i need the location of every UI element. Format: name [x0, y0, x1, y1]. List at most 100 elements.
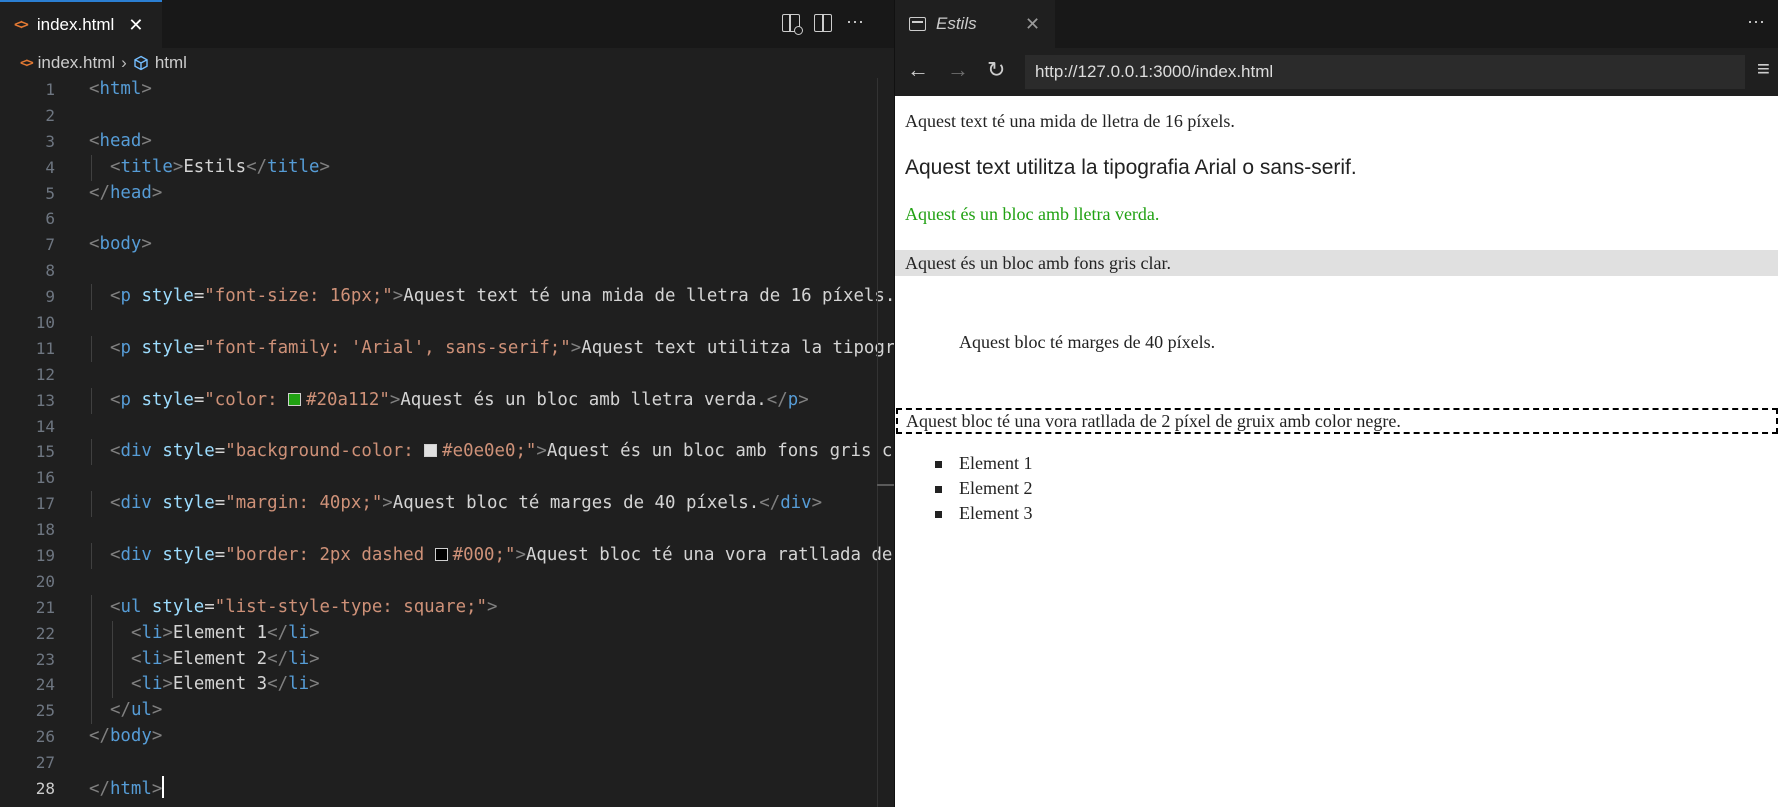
reload-icon[interactable]: ↻	[987, 57, 1005, 83]
indent-guide	[91, 672, 92, 699]
code-line[interactable]: 11 <p style="font-family: 'Arial', sans-s…	[0, 335, 894, 362]
code-line[interactable]: 23 <li>Element 2</li>	[0, 646, 880, 673]
block-gray-background: Aquest és un bloc amb fons gris clar.	[895, 250, 1778, 276]
code-line[interactable]: 22 <li>Element 1</li>	[0, 620, 880, 647]
code-token: li	[288, 648, 310, 669]
code-token: </	[110, 700, 131, 721]
symbol-cube-icon	[134, 55, 148, 71]
close-tab-icon[interactable]: ✕	[128, 15, 143, 36]
code-token: <	[89, 130, 100, 151]
code-line[interactable]: 16	[0, 465, 880, 491]
code-line[interactable]: 6	[0, 206, 880, 232]
split-editor-icon[interactable]	[814, 13, 832, 32]
code-text: </head>	[89, 181, 162, 207]
code-token: Aquest text utilitza la tipogr	[581, 337, 894, 358]
code-token: >	[151, 779, 163, 800]
code-token: >	[309, 648, 320, 669]
editor-tab-index-html[interactable]: <> index.html ✕	[0, 0, 162, 48]
code-line[interactable]: 1 <html>	[0, 77, 880, 103]
breadcrumb-symbol[interactable]: html	[155, 53, 187, 73]
code-token: "font-size: 16px;"	[204, 286, 393, 307]
editor-scrollbar[interactable]	[877, 484, 894, 486]
code-token: "border: 2px dashed	[225, 545, 435, 566]
browser-tab-estils[interactable]: Estils ✕	[895, 0, 1055, 48]
indent-guide	[91, 284, 92, 311]
code-area[interactable]: 1 <html> 2 3 <head> 4 <title>Estils</title> 5 </…	[0, 77, 894, 802]
code-line[interactable]: 9 <p style="font-size: 16px;">Aquest text…	[0, 284, 894, 311]
code-line[interactable]: 20	[0, 569, 880, 595]
code-line[interactable]: 14	[0, 414, 880, 440]
paragraph-font-size: Aquest text té una mida de lletra de 16 …	[905, 111, 1235, 131]
code-token: "list-style-type: square;"	[214, 596, 487, 617]
code-token: >	[162, 674, 173, 695]
code-token: <	[110, 493, 121, 514]
breadcrumb-file[interactable]: index.html	[38, 53, 115, 73]
code-line[interactable]: 17 <div style="margin: 40px;">Aquest bloc…	[0, 491, 880, 518]
code-line[interactable]: 5 </head>	[0, 181, 880, 207]
more-actions-icon[interactable]: ⋯	[1747, 12, 1765, 33]
code-line[interactable]: 15 <div style="background-color: #e0e0e0;…	[0, 439, 892, 466]
code-line[interactable]: 18	[0, 517, 880, 543]
code-text: <p style="font-size: 16px;">Aquest text …	[110, 284, 894, 310]
line-number: 1	[45, 80, 55, 99]
code-token: <	[131, 674, 142, 695]
url-input[interactable]	[1025, 55, 1745, 89]
line-number: 17	[35, 494, 55, 514]
code-line[interactable]: 19 <div style="border: 2px dashed #000;">…	[0, 543, 892, 569]
code-line[interactable]: 27	[0, 750, 880, 776]
code-editor: <> index.html ✕ ⋯ <> index.html › html 1…	[0, 0, 894, 807]
line-number: 11	[35, 338, 55, 358]
code-token: =	[193, 286, 205, 307]
code-text: <div style="background-color: #e0e0e0;">…	[110, 439, 892, 465]
color-swatch-icon[interactable]	[424, 444, 438, 458]
line-number: 27	[35, 753, 55, 773]
open-preview-icon[interactable]	[782, 13, 803, 35]
code-token: <	[110, 545, 121, 566]
code-line[interactable]: 25 </ul>	[0, 698, 880, 725]
menu-icon[interactable]: ≡	[1757, 56, 1770, 82]
indent-guide	[91, 439, 92, 466]
code-token: >	[389, 389, 401, 410]
page-viewport: Aquest text té una mida de lletra de 16 …	[895, 96, 1778, 807]
code-token: body	[99, 234, 142, 255]
line-number: 12	[35, 364, 55, 384]
code-token: >	[319, 156, 330, 177]
code-line[interactable]: 4 <title>Estils</title>	[0, 154, 880, 181]
code-token: >	[382, 493, 393, 514]
browser-tab-bar: Estils ✕ ⋯	[895, 0, 1778, 48]
code-token: Aquest és un bloc amb fons gris c	[546, 441, 893, 462]
line-number: 9	[45, 287, 55, 307]
close-tab-icon[interactable]: ✕	[1025, 14, 1040, 35]
browser-icon	[909, 17, 926, 31]
code-text: </ul>	[110, 698, 162, 724]
code-token: >	[141, 79, 152, 99]
indent-guide	[91, 335, 92, 362]
line-number: 16	[35, 468, 55, 488]
code-line[interactable]: 8	[0, 258, 880, 284]
code-line[interactable]: 13 <p style="color: #20a112">Aquest és un…	[0, 387, 880, 414]
code-line[interactable]: 7 <body>	[0, 232, 880, 258]
line-number: 2	[45, 105, 55, 125]
code-line[interactable]: 3 <head>	[0, 129, 880, 155]
line-number: 13	[35, 390, 55, 410]
line-number: 6	[45, 209, 55, 229]
forward-arrow-icon[interactable]: →	[947, 57, 969, 83]
editor-actions: ⋯	[782, 12, 864, 35]
more-actions-icon[interactable]: ⋯	[846, 12, 864, 33]
code-token: </	[89, 182, 110, 203]
code-token: p	[120, 337, 131, 358]
code-line[interactable]: 10	[0, 310, 880, 336]
line-number: 10	[35, 313, 55, 333]
code-line[interactable]: 21 <ul style="list-style-type: square;">	[0, 594, 880, 621]
color-swatch-icon[interactable]	[288, 392, 302, 406]
code-token: head	[109, 182, 152, 203]
block-margin: Aquest bloc té marges de 40 píxels.	[959, 332, 1216, 352]
color-swatch-icon[interactable]	[434, 548, 448, 562]
code-line[interactable]: 28 </html>	[0, 776, 880, 802]
code-line[interactable]: 2	[0, 103, 880, 129]
code-line[interactable]: 24 <li>Element 3</li>	[0, 672, 880, 699]
code-line[interactable]: 26 </body>	[0, 724, 880, 750]
code-line[interactable]: 12	[0, 362, 880, 388]
back-arrow-icon[interactable]: ←	[907, 57, 929, 83]
